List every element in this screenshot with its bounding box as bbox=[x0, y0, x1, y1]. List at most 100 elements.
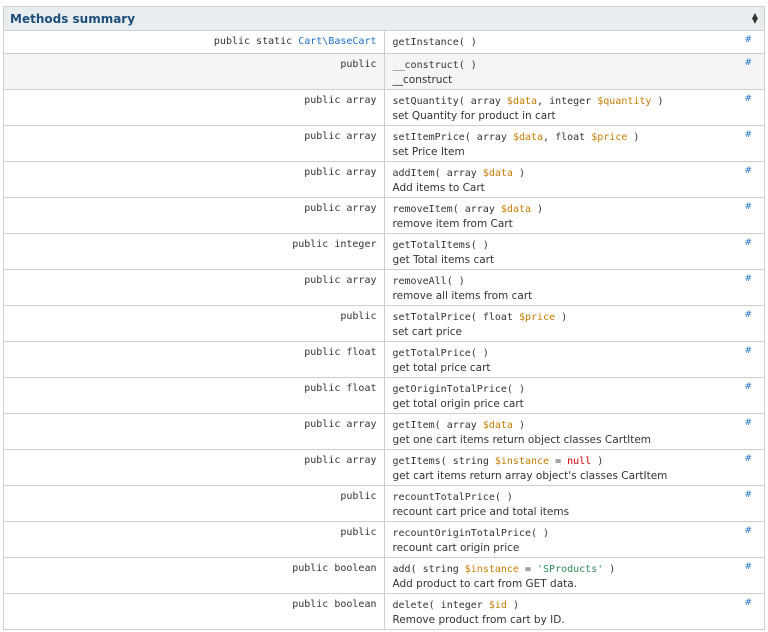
anchor-link[interactable]: # bbox=[744, 454, 752, 464]
anchor-link[interactable]: # bbox=[744, 310, 752, 320]
param-variable: $data bbox=[482, 420, 513, 431]
method-name-link[interactable]: removeAll bbox=[393, 276, 447, 287]
method-signature: getItems( string $instance = null ) get c… bbox=[383, 449, 765, 486]
method-signature: setItemPrice( array $data, float $price … bbox=[383, 125, 765, 162]
method-row-removeitem: public array removeItem( array $data ) rem… bbox=[3, 197, 765, 234]
anchor-link[interactable]: # bbox=[744, 562, 752, 572]
method-name-link[interactable]: recountOriginTotalPrice bbox=[393, 528, 531, 539]
modifiers-text: public float bbox=[304, 347, 377, 358]
modifiers-text: public array bbox=[304, 131, 377, 142]
method-signature: delete( integer $id ) Remove product from… bbox=[383, 593, 765, 630]
method-code: setTotalPrice( float $price ) bbox=[392, 312, 568, 323]
method-name-link[interactable]: getOriginTotalPrice bbox=[393, 384, 507, 395]
modifiers-text: public static bbox=[213, 36, 293, 47]
param-type: float bbox=[555, 132, 586, 143]
method-name-link[interactable]: delete bbox=[393, 600, 429, 611]
modifiers-text: public boolean bbox=[292, 563, 377, 574]
method-signature: __construct( ) __construct # bbox=[383, 53, 765, 90]
method-code: getOriginTotalPrice( ) bbox=[392, 384, 525, 395]
method-modifiers: public integer bbox=[3, 233, 385, 270]
param-type: integer bbox=[549, 96, 592, 107]
method-row-recounttotalprice: public recountTotalPrice( ) recount cart p… bbox=[3, 485, 765, 522]
method-code: setQuantity( array $data, integer $quant… bbox=[392, 96, 664, 107]
sort-arrows-icon[interactable]: ▲ ▼ bbox=[752, 12, 758, 25]
method-modifiers: public array bbox=[3, 269, 385, 306]
method-row-construct: public __construct( ) __construct # bbox=[3, 53, 765, 90]
return-type-link[interactable]: Cart\BaseCart bbox=[298, 36, 376, 47]
method-name-link[interactable]: removeItem bbox=[393, 204, 453, 215]
param-variable: $price bbox=[591, 132, 628, 143]
param-type: array bbox=[476, 132, 507, 143]
anchor-link[interactable]: # bbox=[744, 490, 752, 500]
method-row-add: public boolean add( string $instance = 'S… bbox=[3, 557, 765, 594]
method-signature: addItem( array $data ) Add items to Cart # bbox=[383, 161, 765, 198]
anchor-link[interactable]: # bbox=[744, 166, 752, 176]
method-code: getTotalItems( ) bbox=[392, 240, 489, 251]
anchor-link[interactable]: # bbox=[744, 202, 752, 212]
method-signature: getInstance( ) # bbox=[383, 30, 765, 54]
methods-summary-header[interactable]: Methods summary ▲ ▼ bbox=[3, 6, 765, 31]
method-signature: getOriginTotalPrice( ) get total origin p… bbox=[383, 377, 765, 414]
method-name-link[interactable]: getTotalPrice bbox=[393, 348, 471, 359]
method-modifiers: public bbox=[3, 485, 385, 522]
method-row-setitemprice: public array setItemPrice( array $data, f… bbox=[3, 125, 765, 162]
modifiers-text: public bbox=[340, 311, 377, 322]
method-description: Add product to cart from GET data. bbox=[392, 578, 578, 590]
anchor-link[interactable]: # bbox=[744, 238, 752, 248]
anchor-link[interactable]: # bbox=[744, 382, 752, 392]
method-name-link[interactable]: addItem bbox=[393, 168, 435, 179]
method-name-link[interactable]: setTotalPrice bbox=[393, 312, 471, 323]
method-name-link[interactable]: setQuantity bbox=[393, 96, 459, 107]
method-modifiers: public array bbox=[3, 197, 385, 234]
method-name-link[interactable]: getItems bbox=[393, 456, 441, 467]
anchor-link[interactable]: # bbox=[744, 130, 752, 140]
method-code: removeAll( ) bbox=[392, 276, 465, 287]
anchor-link[interactable]: # bbox=[744, 598, 752, 608]
method-row-setquantity: public array setQuantity( array $data, in… bbox=[3, 89, 765, 126]
method-code: getItem( array $data ) bbox=[392, 420, 526, 431]
anchor-link[interactable]: # bbox=[744, 94, 752, 104]
method-name-link[interactable]: getTotalItems bbox=[393, 240, 471, 251]
method-description: remove item from Cart bbox=[392, 218, 513, 230]
method-name-link[interactable]: getInstance bbox=[393, 37, 459, 48]
anchor-link[interactable]: # bbox=[744, 526, 752, 536]
modifiers-text: public array bbox=[304, 167, 377, 178]
anchor-link[interactable]: # bbox=[744, 418, 752, 428]
method-description: get total origin price cart bbox=[392, 398, 524, 410]
anchor-link[interactable]: # bbox=[744, 35, 752, 45]
method-description: __construct bbox=[392, 74, 453, 86]
param-type: string bbox=[452, 456, 489, 467]
method-description: Remove product from cart by ID. bbox=[392, 614, 565, 626]
method-code: getItems( string $instance = null ) bbox=[392, 456, 604, 467]
method-code: recountOriginTotalPrice( ) bbox=[392, 528, 550, 539]
param-variable: $instance bbox=[464, 564, 519, 575]
method-modifiers: public array bbox=[3, 161, 385, 198]
method-description: set cart price bbox=[392, 326, 463, 338]
modifiers-text: public array bbox=[304, 275, 377, 286]
method-row-getorigintotalprice: public float getOriginTotalPrice( ) get to… bbox=[3, 377, 765, 414]
modifiers-text: public array bbox=[304, 95, 377, 106]
anchor-link[interactable]: # bbox=[744, 346, 752, 356]
param-type: integer bbox=[440, 600, 483, 611]
method-name-link[interactable]: add bbox=[393, 564, 411, 575]
method-modifiers: public bbox=[3, 305, 385, 342]
method-row-delete: public boolean delete( integer $id ) Remov… bbox=[3, 593, 765, 630]
method-modifiers: public array bbox=[3, 413, 385, 450]
method-signature: recountOriginTotalPrice( ) recount cart o… bbox=[383, 521, 765, 558]
anchor-link[interactable]: # bbox=[744, 58, 752, 68]
method-description: set Price Item bbox=[392, 146, 465, 158]
method-name-link[interactable]: setItemPrice bbox=[393, 132, 465, 143]
method-modifiers: public static Cart\BaseCart bbox=[3, 30, 385, 54]
modifiers-text: public bbox=[340, 491, 377, 502]
modifiers-text: public boolean bbox=[292, 599, 377, 610]
method-name-link[interactable]: getItem bbox=[393, 420, 435, 431]
anchor-link[interactable]: # bbox=[744, 274, 752, 284]
method-name-link[interactable]: recountTotalPrice bbox=[393, 492, 495, 503]
method-modifiers: public array bbox=[3, 89, 385, 126]
method-code: addItem( array $data ) bbox=[392, 168, 526, 179]
method-description: Add items to Cart bbox=[392, 182, 485, 194]
method-signature: getItem( array $data ) get one cart items… bbox=[383, 413, 765, 450]
param-type: array bbox=[446, 420, 477, 431]
param-type: string bbox=[422, 564, 459, 575]
method-name-link[interactable]: __construct bbox=[393, 60, 459, 71]
